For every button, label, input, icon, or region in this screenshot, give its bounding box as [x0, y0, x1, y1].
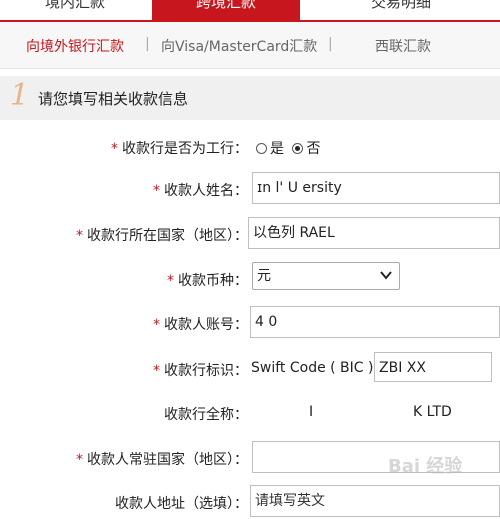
radio-group: 是 否: [252, 138, 320, 158]
field-label: * 收款人账号：: [153, 317, 248, 333]
divider: |: [328, 36, 333, 52]
form-row-bank-id: * 收款行标识： Swift Code ( BIC ) ZBI XX: [0, 352, 500, 386]
account-input[interactable]: 4 0: [250, 306, 500, 338]
required-mark: *: [111, 141, 118, 157]
required-mark: *: [153, 363, 160, 379]
radio-yes-label[interactable]: 是: [270, 141, 284, 157]
required-mark: *: [167, 273, 174, 289]
bank-fullname-part: I: [309, 404, 314, 420]
form-row-payee-name: * 收款人姓名： ɪn l' U ersity: [0, 172, 500, 206]
payee-name-input[interactable]: ɪn l' U ersity: [252, 172, 500, 204]
form-row-currency: * 收款币种： 元: [0, 262, 500, 296]
currency-select[interactable]: 元: [252, 262, 400, 290]
field-label: * 收款行所在国家（地区）：: [76, 228, 248, 244]
field-label: * 收款人常驻国家（地区）：: [76, 452, 248, 468]
sub-tab-bar: 向境外银行汇款 | 向Visa/MasterCard汇款 | 西联汇款: [0, 22, 500, 69]
form-row-bank-fullname: 收款行全称： I K LTD: [0, 396, 500, 430]
section-title: 请您填写相关收款信息: [38, 90, 189, 108]
chevron-down-icon: [380, 271, 392, 280]
field-label: 收款行全称：: [164, 407, 248, 423]
bank-fullname-part: K LTD: [413, 404, 452, 420]
field-label: * 收款行是否为工行：: [111, 141, 248, 157]
address-input[interactable]: 请填写英文: [250, 485, 500, 517]
radio-no-label[interactable]: 否: [306, 141, 320, 157]
tab-domestic-transfer[interactable]: 境内汇款: [0, 0, 150, 20]
subtab-western-union[interactable]: 西联汇款: [375, 36, 431, 56]
radio-no[interactable]: [292, 143, 304, 154]
subtab-visa-mastercard[interactable]: 向Visa/MasterCard汇款: [161, 36, 317, 56]
form-row-account: * 收款人账号： 4 0: [0, 306, 500, 340]
tab-cross-border-transfer[interactable]: 跨境汇款: [152, 0, 300, 20]
tab-transaction-details[interactable]: 交易明细: [302, 0, 500, 20]
field-label: * 收款人姓名：: [153, 183, 248, 199]
step-number: 1: [10, 78, 30, 113]
form-row-country: * 收款行所在国家（地区）： 以色列 RAEL: [0, 217, 500, 251]
required-mark: *: [76, 452, 83, 468]
swift-code-input[interactable]: ZBI XX: [374, 352, 492, 382]
divider: |: [145, 36, 150, 52]
field-label: * 收款币种：: [167, 273, 248, 289]
field-label: * 收款行标识：: [153, 363, 248, 379]
country-input[interactable]: 以色列 RAEL: [248, 217, 500, 249]
subtab-overseas-bank[interactable]: 向境外银行汇款: [26, 36, 124, 56]
currency-selected-value: 元: [257, 268, 271, 284]
section-header: 1 请您填写相关收款信息: [0, 76, 500, 120]
required-mark: *: [153, 183, 160, 199]
field-label: 收款人地址（选填）：: [115, 496, 248, 512]
residence-country-input[interactable]: [252, 441, 500, 473]
required-mark: *: [153, 317, 160, 333]
required-mark: *: [76, 228, 83, 244]
form-row-is-icbc: * 收款行是否为工行： 是 否: [0, 130, 500, 164]
watermark-logo: Bai 经验: [388, 456, 463, 477]
top-tab-bar: 境内汇款 跨境汇款 交易明细: [0, 0, 500, 22]
radio-yes[interactable]: [256, 143, 267, 154]
form-row-address: 收款人地址（选填）： 请填写英文: [0, 485, 500, 519]
bank-id-type: Swift Code ( BIC ): [251, 360, 374, 376]
